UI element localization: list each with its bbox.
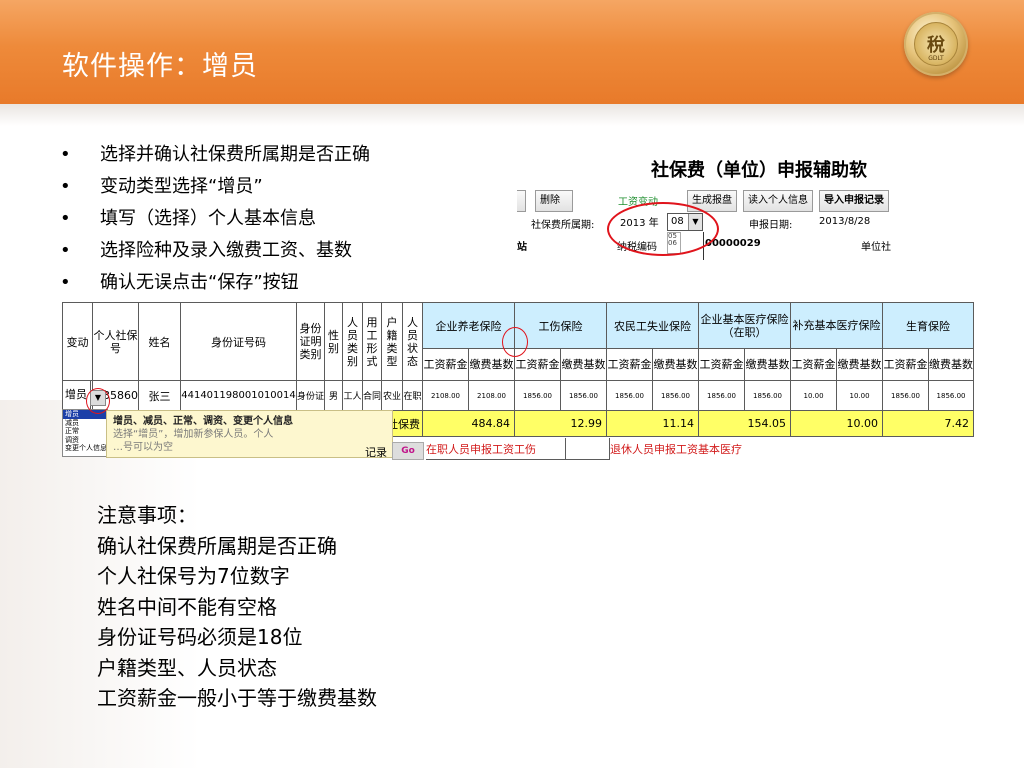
dropdown-tooltip: 增员、减员、正常、调资、变更个人信息 选择“增员”，增加新参保人员。个人 …号可… — [106, 410, 393, 458]
sub-header-wage: 工资薪金 — [790, 348, 838, 381]
cell-value[interactable]: 10.00 — [790, 380, 838, 411]
record-label: 记录 — [365, 446, 387, 459]
software-title: 社保费（单位）申报辅助软 — [651, 160, 867, 181]
note-item: 工资薪金一般小于等于缴费基数 — [97, 686, 377, 710]
header-supp-medical: 补充基本医疗保险 — [790, 302, 884, 349]
cell-person-status[interactable]: 在职 — [402, 380, 424, 411]
bullet-item: • 确认无误点击“保存”按钮 — [60, 272, 299, 293]
cell-value[interactable]: 1856.00 — [744, 380, 792, 411]
header-medical: 企业基本医疗保险（在职） — [698, 302, 792, 349]
cell-value[interactable]: 10.00 — [836, 380, 884, 411]
tax-logo-icon: 稅 GDLT — [904, 12, 968, 76]
option-normal[interactable]: 正常 — [63, 427, 107, 436]
option-remove[interactable]: 减员 — [63, 419, 107, 428]
note-item: 身份证号码必须是18位 — [97, 625, 303, 649]
cell-household-type[interactable]: 农业 — [381, 380, 404, 411]
header-person-type: 人员类别 — [342, 302, 364, 381]
sub-header-wage: 工资薪金 — [698, 348, 746, 381]
go-button[interactable]: Go — [392, 442, 424, 460]
cell-name[interactable]: 张三 — [138, 380, 181, 411]
header-injury: 工伤保险 — [514, 302, 608, 349]
change-type-options[interactable]: 增员 减员 正常 调资 变更个人信息 — [62, 409, 108, 457]
header-gender: 性别 — [324, 302, 344, 381]
header-name: 姓名 — [138, 302, 181, 381]
cell-border — [566, 438, 610, 460]
logo-text: GDLT — [928, 55, 944, 62]
left-cut-label: 站 — [517, 242, 527, 253]
sub-header-base: 缴费基数 — [744, 348, 792, 381]
bullet-item: • 选择并确认社保费所属期是否正确 — [60, 144, 370, 165]
header-id-no: 身份证号码 — [180, 302, 297, 381]
header-personal-no: 个人社保号 — [92, 302, 139, 381]
cell-value[interactable]: 1856.00 — [698, 380, 746, 411]
cell-value[interactable]: 1856.00 — [652, 380, 700, 411]
cell-value[interactable]: 2108.00 — [422, 380, 470, 411]
notes-block: 注意事项： 确认社保费所属期是否正确 个人社保号为7位数字 姓名中间不能有空格 … — [97, 500, 377, 714]
sub-header-base: 缴费基数 — [652, 348, 700, 381]
cell-value[interactable]: 1856.00 — [606, 380, 654, 411]
cell-person-type[interactable]: 工人 — [342, 380, 364, 411]
record-bar: 记录 Go 在职人员申报工资工伤 退休人员申报工资基本医疗 — [362, 438, 782, 460]
highlight-circle — [86, 388, 110, 414]
cell-value[interactable]: 1856.00 — [514, 380, 562, 411]
header-unemployment: 农民工失业保险 — [606, 302, 700, 349]
cell-id-no[interactable]: 441401198001010014 — [180, 380, 297, 411]
sub-header-base: 缴费基数 — [560, 348, 608, 381]
slide-title: 软件操作：增员 — [62, 51, 258, 82]
header-person-status: 人员状态 — [402, 302, 424, 381]
payable-medical: 154.05 — [698, 410, 792, 437]
software-header-screenshot: 社保费（单位）申报辅助软 删除 工资变动 生成报盘 读入个人信息 导入申报记录 … — [517, 152, 898, 260]
sub-header-wage: 工资薪金 — [606, 348, 654, 381]
option-change-info[interactable]: 变更个人信息 — [63, 444, 107, 453]
highlight-circle — [502, 327, 528, 357]
sub-header-base: 缴费基数 — [836, 348, 884, 381]
bullet-item: • 变动类型选择“增员” — [60, 176, 263, 197]
delete-button[interactable]: 删除 — [535, 190, 573, 212]
note-item: 个人社保号为7位数字 — [97, 564, 290, 588]
cell-value[interactable]: 2108.00 — [468, 380, 516, 411]
report-date-value: 2013/8/28 — [819, 216, 871, 227]
header-pension: 企业养老保险 — [422, 302, 516, 349]
import-button[interactable]: 导入申报记录 — [819, 190, 889, 212]
payable-pension: 484.84 — [422, 410, 516, 437]
header-household-type: 户籍类型 — [381, 302, 404, 381]
bullet-list: • 选择并确认社保费所属期是否正确 • 变动类型选择“增员” • 填写（选择）个人基本… — [58, 143, 370, 303]
note-item: 户籍类型、人员状态 — [97, 655, 277, 680]
active-staff-wage-injury-link[interactable]: 在职人员申报工资工伤 — [426, 441, 536, 457]
header-employ-form: 用工形式 — [362, 302, 383, 381]
payable-supp-medical: 10.00 — [790, 410, 884, 437]
notes-title: 注意事项： — [97, 503, 197, 527]
cell-value[interactable]: 1856.00 — [882, 380, 930, 411]
note-item: 确认社保费所属期是否正确 — [97, 533, 337, 558]
period-label: 社保费所属期: — [531, 220, 595, 231]
sub-header-base: 缴费基数 — [928, 348, 975, 381]
bullet-item: • 填写（选择）个人基本信息 — [60, 208, 316, 229]
payable-injury: 12.99 — [514, 410, 608, 437]
highlight-ellipse — [607, 202, 719, 256]
note-item: 姓名中间不能有空格 — [97, 594, 277, 619]
payable-unemployment: 11.14 — [606, 410, 700, 437]
sub-header-wage: 工资薪金 — [422, 348, 470, 381]
header-change: 变动 — [62, 302, 93, 381]
cell-value[interactable]: 1856.00 — [928, 380, 975, 411]
toolbar-edge — [517, 190, 526, 212]
sub-header-wage: 工资薪金 — [882, 348, 930, 381]
read-personal-button[interactable]: 读入个人信息 — [743, 190, 813, 212]
payable-maternity: 7.42 — [882, 410, 975, 437]
bullet-item: • 选择险种及录入缴费工资、基数 — [60, 240, 352, 261]
cell-employ-form[interactable]: 合同 — [362, 380, 383, 411]
header-id-type: 身份证明类别 — [295, 302, 326, 381]
cell-value[interactable]: 1856.00 — [560, 380, 608, 411]
cell-id-type[interactable]: 身份证 — [295, 380, 326, 411]
header-shine — [0, 104, 1024, 126]
unit-label: 单位社 — [861, 242, 891, 253]
option-adjust[interactable]: 调资 — [63, 436, 107, 445]
retired-staff-wage-medical-link[interactable]: 退休人员申报工资基本医疗 — [610, 441, 742, 457]
report-date-label: 申报日期: — [749, 220, 793, 231]
cell-gender[interactable]: 男 — [324, 380, 344, 411]
header-maternity: 生育保险 — [882, 302, 975, 349]
